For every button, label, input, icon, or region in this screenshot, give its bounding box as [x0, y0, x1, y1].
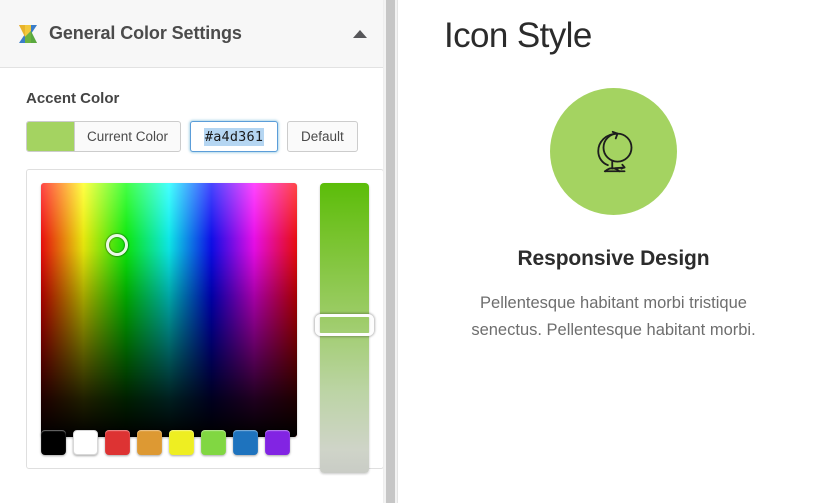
- panel-scrollbar-thumb[interactable]: [386, 0, 395, 503]
- theme-preview: Icon Style Responsive Design Pellentesqu…: [398, 0, 829, 503]
- saturation-gradient-layer: [41, 183, 297, 437]
- x-theme-logo-icon: [16, 22, 40, 46]
- palette-swatch[interactable]: [105, 430, 130, 455]
- color-strip-slider[interactable]: [320, 183, 369, 473]
- current-color-swatch: [27, 122, 75, 151]
- color-picker: [26, 169, 384, 469]
- triangle-up-icon[interactable]: [353, 30, 367, 38]
- panel-header[interactable]: General Color Settings: [0, 0, 397, 68]
- hex-color-value: #a4d361: [204, 128, 264, 146]
- feature-title: Responsive Design: [398, 247, 829, 271]
- slider-handle-icon[interactable]: [315, 314, 374, 336]
- customizer-panel: General Color Settings Accent Color Curr…: [0, 0, 398, 503]
- palette-swatch[interactable]: [41, 430, 66, 455]
- palette-swatch[interactable]: [169, 430, 194, 455]
- palette-swatch[interactable]: [137, 430, 162, 455]
- current-color-label: Current Color: [75, 122, 180, 151]
- panel-scrollbar[interactable]: [383, 0, 397, 503]
- palette-swatch[interactable]: [201, 430, 226, 455]
- palette-swatch[interactable]: [73, 430, 98, 455]
- accent-color-controls: Current Color #a4d361 Default: [26, 121, 373, 152]
- feature-block: Responsive Design Pellentesque habitant …: [398, 88, 829, 343]
- current-color-button[interactable]: Current Color: [26, 121, 181, 152]
- feature-body: Pellentesque habitant morbi tristique se…: [464, 290, 764, 343]
- preview-heading: Icon Style: [398, 0, 829, 56]
- feature-icon-circle: [550, 88, 677, 215]
- color-palette: [41, 430, 290, 455]
- color-picker-square[interactable]: [41, 183, 297, 437]
- customizer-app: General Color Settings Accent Color Curr…: [0, 0, 829, 503]
- palette-swatch[interactable]: [233, 430, 258, 455]
- accent-color-label: Accent Color: [26, 90, 373, 107]
- default-color-button[interactable]: Default: [287, 121, 358, 152]
- color-picker-marker-icon[interactable]: [106, 234, 128, 256]
- palette-swatch[interactable]: [265, 430, 290, 455]
- hex-color-input[interactable]: #a4d361: [190, 121, 278, 152]
- globe-stand-icon: [586, 124, 642, 180]
- panel-title: General Color Settings: [49, 23, 353, 44]
- panel-body: Accent Color Current Color #a4d361 Defau…: [0, 68, 397, 469]
